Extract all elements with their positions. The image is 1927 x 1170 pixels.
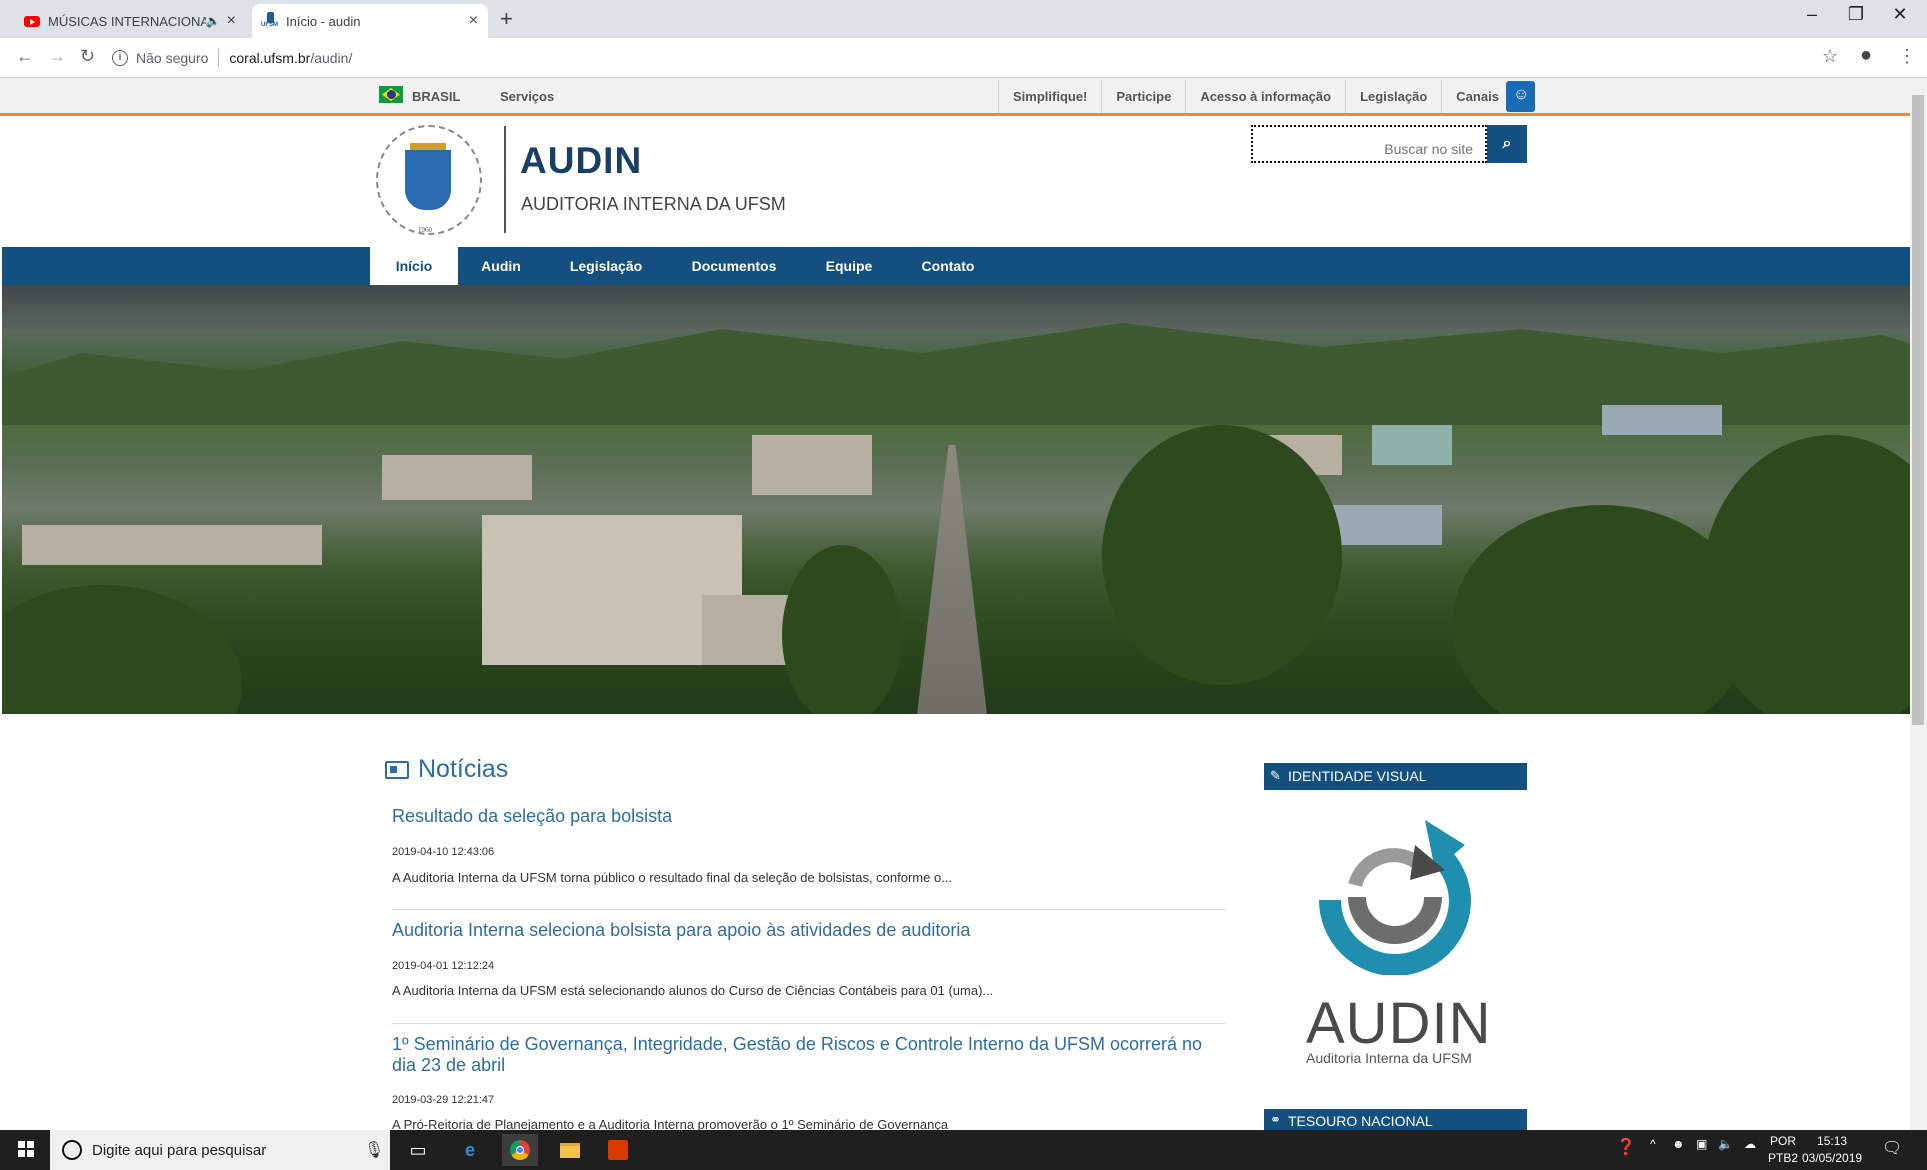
tab-title: MÚSICAS INTERNACIONAIS <box>48 13 206 29</box>
news-item-title[interactable]: Resultado da seleção para bolsista <box>392 806 1222 827</box>
identidade-visual-heading: IDENTIDADE VISUAL <box>1264 763 1527 790</box>
taskbar-search-text: Digite aqui para pesquisar <box>92 1142 267 1159</box>
gov-link-acesso[interactable]: Acesso à informação <box>1185 80 1345 113</box>
brush-icon: ✎ <box>1270 768 1281 783</box>
url-host: coral.ufsm.br <box>229 50 311 66</box>
nav-inicio[interactable]: Início <box>370 247 458 285</box>
office-app-icon[interactable] <box>600 1134 636 1166</box>
gov-link-canais[interactable]: Canais <box>1441 80 1513 113</box>
youtube-icon <box>24 15 40 27</box>
url-path: /audin/ <box>310 50 353 66</box>
news-heading: Notícias <box>418 755 509 783</box>
news-divider <box>392 1023 1226 1024</box>
gov-link-simplifique[interactable]: Simplifique! <box>998 80 1101 113</box>
campus-banner-image <box>2 285 1910 714</box>
nav-equipe[interactable]: Equipe <box>812 247 886 285</box>
nav-audin[interactable]: Audin <box>466 247 536 285</box>
bookmark-star-icon[interactable]: ☆ <box>1822 46 1838 67</box>
cortana-icon <box>62 1140 82 1160</box>
close-tab-icon[interactable]: × <box>227 12 236 30</box>
search-input[interactable] <box>1251 125 1487 163</box>
nav-documentos[interactable]: Documentos <box>676 247 792 285</box>
news-item-date: 2019-04-10 12:43:06 <box>392 846 495 858</box>
newspaper-icon <box>385 761 409 779</box>
header-divider <box>504 126 506 233</box>
new-tab-button[interactable]: + <box>500 6 513 32</box>
info-icon[interactable]: i <box>112 50 128 66</box>
edge-icon[interactable]: e <box>452 1134 488 1166</box>
audin-logo-icon[interactable] <box>1300 815 1490 975</box>
seal-shield <box>405 150 451 210</box>
window-close-icon[interactable]: ✕ <box>1880 4 1920 25</box>
profile-icon[interactable]: ● <box>1860 44 1872 67</box>
restore-icon[interactable]: ❐ <box>1836 4 1876 25</box>
minimize-icon[interactable]: – <box>1792 4 1832 25</box>
scrollbar-thumb[interactable] <box>1912 95 1924 725</box>
clock-date: 03/05/2019 <box>1802 1151 1863 1165</box>
tesouro-nacional-heading[interactable]: TESOURO NACIONAL <box>1264 1109 1527 1130</box>
site-subtitle: AUDITORIA INTERNA DA UFSM <box>521 194 786 214</box>
file-explorer-icon[interactable] <box>552 1134 588 1166</box>
back-icon[interactable]: ← <box>16 46 34 67</box>
tray-app-icon[interactable]: ☻ <box>1672 1137 1685 1151</box>
tray-expand-icon[interactable]: ^ <box>1650 1137 1656 1151</box>
chrome-icon[interactable] <box>502 1134 538 1166</box>
gov-links: Simplifique! Participe Acesso à informaç… <box>998 80 1513 113</box>
news-item-excerpt: A Auditoria Interna da UFSM torna públic… <box>392 870 953 885</box>
audin-logo-word: AUDIN <box>1306 991 1492 1056</box>
task-view-icon[interactable]: ▭ <box>400 1134 436 1166</box>
url-field[interactable]: i Não seguro coral.ufsm.br/audin/ <box>112 44 1812 72</box>
news-item-date: 2019-04-01 12:12:24 <box>392 960 495 972</box>
link-icon: ⚭ <box>1270 1112 1281 1127</box>
windows-start-icon[interactable] <box>18 1141 35 1158</box>
news-item-excerpt: A Auditoria Interna da UFSM está selecio… <box>392 983 994 998</box>
network-icon[interactable]: ▣ <box>1696 1137 1707 1151</box>
gov-servicos-link[interactable]: Serviços <box>500 89 554 104</box>
seal-year: 1960 <box>418 226 432 234</box>
help-icon[interactable]: ❓ <box>1616 1137 1636 1157</box>
lang-bottom: PTB2 <box>1768 1151 1799 1165</box>
news-item-title[interactable]: Auditoria Interna seleciona bolsista par… <box>392 920 1222 941</box>
tab-title: Início - audin <box>286 13 361 29</box>
taskbar-search-box[interactable]: Digite aqui para pesquisar 🎙 <box>50 1130 390 1170</box>
url-separator <box>218 49 220 67</box>
news-divider <box>392 909 1226 910</box>
reload-icon[interactable]: ↻ <box>80 46 95 67</box>
keyboard-language[interactable]: POR PTB2 <box>1768 1133 1798 1167</box>
speaker-icon[interactable]: 🔈 <box>206 14 221 28</box>
volume-icon[interactable]: 🔈 <box>1718 1137 1733 1151</box>
clock-time: 15:13 <box>1817 1134 1848 1148</box>
nav-contato[interactable]: Contato <box>908 247 988 285</box>
tab-inicio-audin[interactable]: Início - audin × <box>252 4 488 38</box>
accessibility-icon[interactable] <box>1506 81 1535 112</box>
tab-musicas[interactable]: MÚSICAS INTERNACIONAIS 🔈 × <box>14 4 246 38</box>
search-icon: ⌕ <box>1502 135 1512 152</box>
gov-link-participe[interactable]: Participe <box>1101 80 1185 113</box>
ufsm-favicon-icon <box>261 12 278 30</box>
gov-link-legislacao[interactable]: Legislação <box>1345 80 1441 113</box>
brazil-flag-icon[interactable] <box>379 86 403 103</box>
audin-logo-caption: Auditoria Interna da UFSM <box>1306 1050 1472 1066</box>
nav-legislacao[interactable]: Legislação <box>556 247 656 285</box>
microphone-icon[interactable]: 🎙 <box>364 1140 384 1160</box>
forward-icon[interactable]: → <box>48 46 66 67</box>
search-button[interactable]: ⌕ <box>1487 125 1527 163</box>
gov-bar <box>0 78 1910 116</box>
taskbar-clock[interactable]: 15:13 03/05/2019 <box>1802 1133 1862 1167</box>
gov-brasil-link[interactable]: BRASIL <box>412 89 460 104</box>
site-title[interactable]: AUDIN <box>520 140 642 182</box>
security-label: Não seguro <box>136 50 209 66</box>
onedrive-icon[interactable]: ☁ <box>1744 1137 1756 1151</box>
lang-top: POR <box>1770 1134 1797 1148</box>
news-item-title[interactable]: 1º Seminário de Governança, Integridade,… <box>392 1034 1222 1076</box>
close-tab-icon[interactable]: × <box>469 12 478 30</box>
news-item-date: 2019-03-29 12:21:47 <box>392 1094 495 1106</box>
menu-kebab-icon[interactable]: ⋮ <box>1898 46 1916 67</box>
notifications-icon[interactable]: 🗨 <box>1882 1138 1902 1158</box>
